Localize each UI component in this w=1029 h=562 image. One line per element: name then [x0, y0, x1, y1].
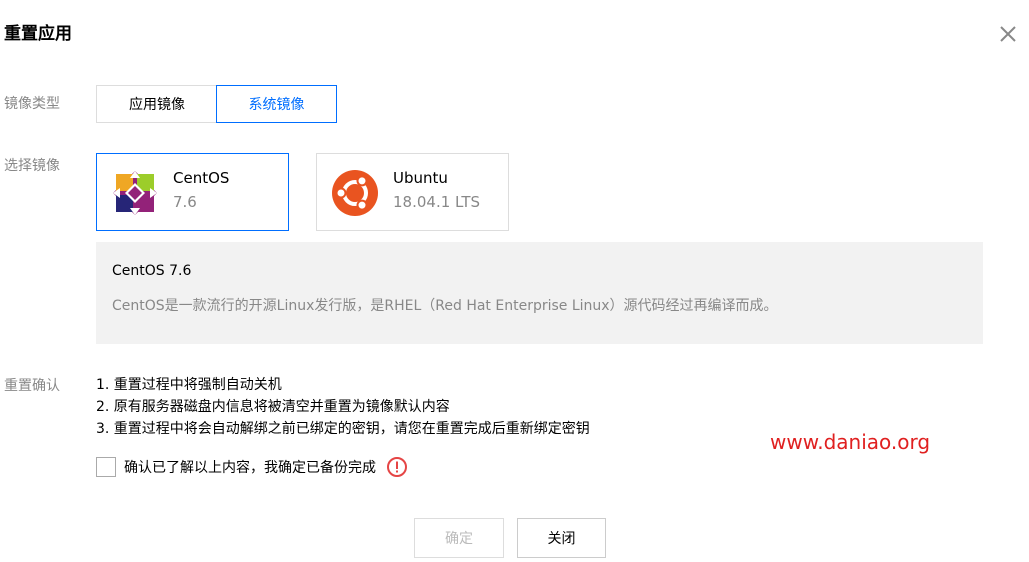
- watermark-text: www.daniao.org: [770, 430, 931, 454]
- confirm-checkbox-label[interactable]: 确认已了解以上内容，我确定已备份完成: [124, 457, 376, 477]
- image-card-ubuntu[interactable]: Ubuntu 18.04.1 LTS: [316, 153, 509, 231]
- close-button[interactable]: 关闭: [517, 518, 606, 558]
- ubuntu-logo-icon: [331, 169, 379, 217]
- reset-notes: 1. 重置过程中将强制自动关机 2. 原有服务器磁盘内信息将被清空并重置为镜像默…: [96, 374, 590, 440]
- image-card-centos[interactable]: CentOS 7.6: [96, 153, 289, 231]
- reset-confirm-label: 重置确认: [4, 378, 60, 394]
- warning-icon: [386, 456, 408, 478]
- select-image-label: 选择镜像: [4, 158, 60, 174]
- reset-note-item: 1. 重置过程中将强制自动关机: [96, 377, 282, 393]
- image-type-label: 镜像类型: [4, 96, 60, 112]
- reset-note-item: 3. 重置过程中将会自动解绑之前已绑定的密钥，请您在重置完成后重新绑定密钥: [96, 421, 590, 437]
- image-card-version: 18.04.1 LTS: [393, 193, 480, 211]
- image-card-name: CentOS: [173, 169, 230, 187]
- reset-note-item: 2. 原有服务器磁盘内信息将被清空并重置为镜像默认内容: [96, 399, 450, 415]
- confirm-checkbox[interactable]: [96, 457, 116, 477]
- image-type-app-option[interactable]: 应用镜像: [96, 85, 217, 123]
- close-icon[interactable]: [996, 22, 1020, 46]
- confirm-button[interactable]: 确定: [414, 518, 504, 558]
- dialog-title: 重置应用: [4, 24, 72, 44]
- image-type-system-option[interactable]: 系统镜像: [216, 85, 337, 123]
- image-card-name: Ubuntu: [393, 169, 448, 187]
- image-info-description: CentOS是一款流行的开源Linux发行版，是RHEL（Red Hat Ent…: [112, 298, 778, 314]
- image-info-title: CentOS 7.6: [112, 263, 192, 279]
- image-card-version: 7.6: [173, 193, 197, 211]
- confirm-checkbox-row: 确认已了解以上内容，我确定已备份完成: [96, 456, 408, 478]
- image-info-panel: CentOS 7.6 CentOS是一款流行的开源Linux发行版，是RHEL（…: [96, 242, 983, 344]
- centos-logo-icon: [111, 169, 159, 217]
